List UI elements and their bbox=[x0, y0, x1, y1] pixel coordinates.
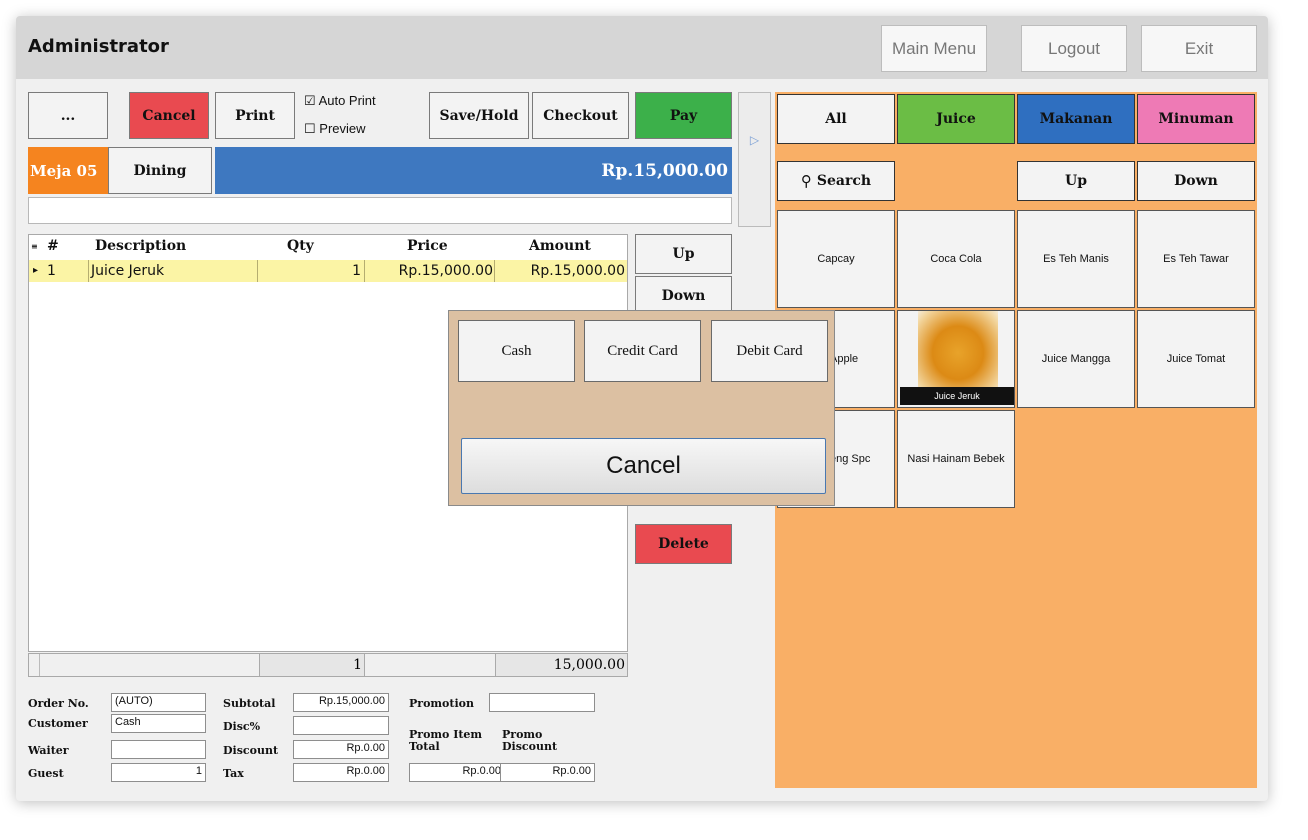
save-hold-button[interactable]: Save/Hold bbox=[429, 92, 529, 139]
row-description: Juice Jeruk bbox=[91, 263, 165, 279]
exit-button[interactable]: Exit bbox=[1141, 25, 1257, 72]
auto-print-label: Auto Print bbox=[318, 93, 376, 108]
customer-field[interactable]: Cash bbox=[111, 714, 206, 733]
menu-item-es-teh-manis[interactable]: Es Teh Manis bbox=[1017, 210, 1135, 308]
menu-panel: All Juice Makanan Minuman ⚲ Search Up Do… bbox=[775, 92, 1257, 788]
menu-item-juice-tomat[interactable]: Juice Tomat bbox=[1137, 310, 1255, 408]
waiter-field[interactable] bbox=[111, 740, 206, 759]
dining-mode-button[interactable]: Dining bbox=[108, 147, 212, 194]
guest-label: Guest bbox=[28, 767, 64, 780]
page-title: Administrator bbox=[28, 36, 169, 57]
credit-card-button[interactable]: Credit Card bbox=[584, 320, 701, 382]
category-all-button[interactable]: All bbox=[777, 94, 895, 144]
discount-field[interactable]: Rp.0.00 bbox=[293, 740, 389, 759]
title-bar: Administrator Main Menu Logout Exit bbox=[16, 16, 1268, 79]
row-price: Rp.15,000.00 bbox=[398, 263, 493, 279]
search-button[interactable]: ⚲ Search bbox=[777, 161, 895, 201]
payment-cancel-button[interactable]: Cancel bbox=[461, 438, 826, 494]
triangle-right-icon: ▷ bbox=[749, 133, 760, 147]
grid-line bbox=[364, 260, 365, 282]
pay-button[interactable]: Pay bbox=[635, 92, 732, 139]
menu-item-capcay[interactable]: Capcay bbox=[777, 210, 895, 308]
column-header-amount: Amount bbox=[529, 238, 591, 254]
category-juice-button[interactable]: Juice bbox=[897, 94, 1015, 144]
waiter-label: Waiter bbox=[28, 744, 69, 757]
cancel-order-button[interactable]: Cancel bbox=[129, 92, 209, 139]
column-header-price: Price bbox=[407, 238, 448, 254]
cash-button[interactable]: Cash bbox=[458, 320, 575, 382]
footer-amount-total: 15,000.00 bbox=[495, 654, 627, 676]
table-badge: Meja 05 bbox=[28, 147, 108, 194]
disc-pct-field[interactable] bbox=[293, 716, 389, 735]
customer-label: Customer bbox=[28, 717, 88, 730]
grid-line bbox=[88, 260, 89, 282]
discount-label: Discount bbox=[223, 744, 279, 757]
grid-header: ≡ # Description Qty Price Amount bbox=[29, 235, 627, 260]
disc-pct-label: Disc% bbox=[223, 720, 261, 733]
subtotal-field: Rp.15,000.00 bbox=[293, 693, 389, 712]
row-selector-header-icon: ≡ bbox=[31, 241, 38, 251]
checkbox-unchecked-icon: ☐ bbox=[304, 121, 316, 136]
main-menu-button[interactable]: Main Menu bbox=[881, 25, 987, 72]
search-label: Search bbox=[816, 173, 872, 189]
menu-down-button[interactable]: Down bbox=[1137, 161, 1255, 201]
menu-item-juice-jeruk[interactable]: Juice Jeruk bbox=[897, 310, 1015, 408]
column-header-no: # bbox=[47, 238, 59, 254]
menu-item-nasi-hainam-bebek[interactable]: Nasi Hainam Bebek bbox=[897, 410, 1015, 508]
menu-item-coca-cola[interactable]: Coca Cola bbox=[897, 210, 1015, 308]
debit-card-button[interactable]: Debit Card bbox=[711, 320, 828, 382]
row-number: 1 bbox=[47, 263, 56, 279]
category-makanan-button[interactable]: Makanan bbox=[1017, 94, 1135, 144]
column-header-qty: Qty bbox=[287, 238, 314, 254]
row-qty: 1 bbox=[352, 263, 361, 279]
auto-print-checkbox[interactable]: ☑ Auto Print bbox=[304, 93, 376, 109]
search-icon: ⚲ bbox=[800, 172, 812, 190]
preview-checkbox[interactable]: ☐ Preview bbox=[304, 121, 366, 137]
order-no-label: Order No. bbox=[28, 697, 89, 710]
logout-button[interactable]: Logout bbox=[1021, 25, 1127, 72]
juice-jeruk-image bbox=[918, 311, 998, 387]
grid-line bbox=[39, 654, 40, 676]
menu-up-button[interactable]: Up bbox=[1017, 161, 1135, 201]
tax-label: Tax bbox=[223, 767, 244, 780]
table-row[interactable]: ▸ 1 Juice Jeruk 1 Rp.15,000.00 Rp.15,000… bbox=[29, 260, 627, 282]
menu-item-juice-mangga[interactable]: Juice Mangga bbox=[1017, 310, 1135, 408]
more-button[interactable]: ... bbox=[28, 92, 108, 139]
grid-footer: 1 15,000.00 bbox=[28, 653, 628, 677]
promotion-field[interactable] bbox=[489, 693, 595, 712]
pos-window: Administrator Main Menu Logout Exit ... … bbox=[16, 16, 1268, 801]
menu-item-caption: Juice Jeruk bbox=[900, 387, 1014, 405]
tax-field: Rp.0.00 bbox=[293, 763, 389, 782]
promo-discount-label-line2: Discount bbox=[502, 740, 558, 753]
order-no-field[interactable]: (AUTO) bbox=[111, 693, 206, 712]
delete-button[interactable]: Delete bbox=[635, 524, 732, 564]
guest-field[interactable]: 1 bbox=[111, 763, 206, 782]
footer-qty-total: 1 bbox=[259, 654, 365, 676]
grid-line bbox=[257, 260, 258, 282]
category-minuman-button[interactable]: Minuman bbox=[1137, 94, 1255, 144]
promo-discount-field: Rp.0.00 bbox=[500, 763, 595, 782]
note-field[interactable] bbox=[28, 197, 732, 224]
row-amount: Rp.15,000.00 bbox=[530, 263, 625, 279]
promo-item-total-label-line2: Total bbox=[409, 740, 440, 753]
menu-item-es-teh-tawar[interactable]: Es Teh Tawar bbox=[1137, 210, 1255, 308]
column-header-description: Description bbox=[95, 238, 187, 254]
promo-item-total-field: Rp.0.00 bbox=[409, 763, 505, 782]
checkout-button[interactable]: Checkout bbox=[532, 92, 629, 139]
row-pointer-icon: ▸ bbox=[33, 265, 39, 276]
subtotal-label: Subtotal bbox=[223, 697, 276, 710]
order-total-display: Rp.15,000.00 bbox=[215, 147, 732, 194]
promotion-label: Promotion bbox=[409, 697, 474, 710]
preview-label: Preview bbox=[319, 121, 366, 136]
checkbox-checked-icon: ☑ bbox=[304, 93, 316, 108]
print-button[interactable]: Print bbox=[215, 92, 295, 139]
grid-up-button[interactable]: Up bbox=[635, 234, 732, 274]
grid-line bbox=[494, 260, 495, 282]
payment-method-dialog: Cash Credit Card Debit Card Cancel bbox=[448, 310, 835, 506]
panel-toggle-button[interactable]: ▷ bbox=[738, 92, 771, 227]
